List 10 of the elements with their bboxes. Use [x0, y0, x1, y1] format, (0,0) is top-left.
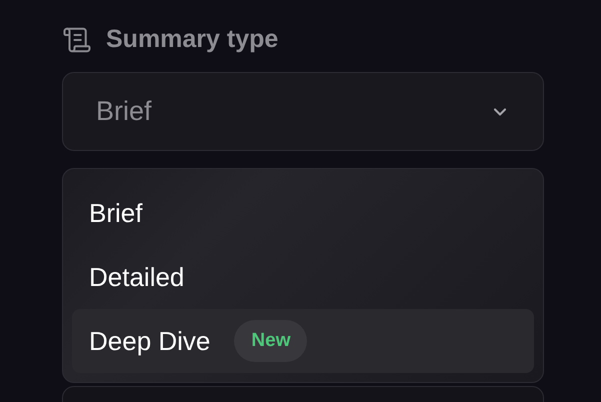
scroll-icon [62, 25, 92, 55]
summary-type-select[interactable]: Brief [62, 72, 544, 151]
option-label: Detailed [89, 260, 184, 294]
dropdown-option[interactable]: Deep Dive New [72, 309, 534, 373]
field-label: Summary type [106, 24, 278, 56]
dropdown-option[interactable]: Detailed [72, 245, 534, 309]
option-label: Brief [89, 196, 142, 230]
option-label: Deep Dive [89, 324, 210, 358]
dropdown-option[interactable]: Brief [72, 181, 534, 245]
new-badge: New [234, 320, 308, 362]
